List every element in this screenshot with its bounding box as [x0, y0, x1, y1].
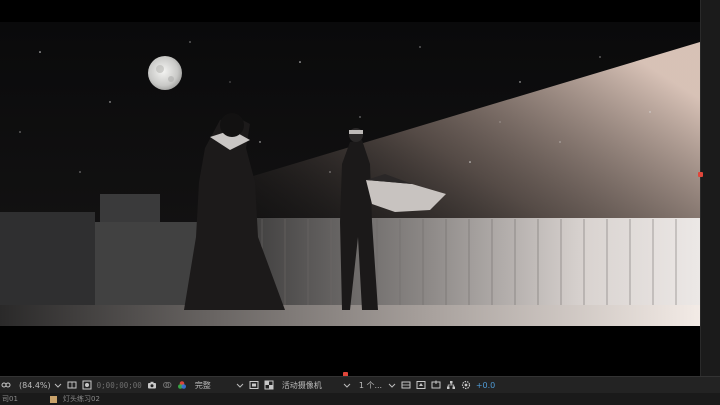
- snapshot-button[interactable]: [147, 378, 157, 392]
- flowchart-button[interactable]: [446, 378, 456, 392]
- viewer-right-gutter: [698, 0, 720, 376]
- chevron-down-icon: [54, 381, 62, 389]
- reset-exposure-button[interactable]: [461, 378, 471, 392]
- channel-button[interactable]: [177, 378, 187, 392]
- checkerboard-icon: [264, 380, 274, 390]
- exposure-value[interactable]: +0.0: [476, 378, 495, 392]
- rgb-channels-icon: [177, 380, 187, 390]
- timeline-button[interactable]: [431, 378, 441, 392]
- chevron-down-icon: [343, 381, 351, 389]
- safe-margins-button[interactable]: [67, 378, 77, 392]
- current-time-display[interactable]: 0;00;00;00: [97, 378, 142, 392]
- chevron-down-icon: [236, 381, 244, 389]
- glasses-icon: [1, 380, 11, 390]
- mask-icon: [82, 380, 92, 390]
- fast-preview-icon: [416, 380, 426, 390]
- flowchart-icon: [446, 380, 456, 390]
- exposure-gear-icon: [461, 380, 471, 390]
- pixel-aspect-icon: [401, 380, 411, 390]
- camera-view-dropdown[interactable]: 活动摄像机: [279, 378, 351, 392]
- transparency-grid-button[interactable]: [264, 378, 274, 392]
- magnification-button[interactable]: [1, 378, 11, 392]
- zoom-dropdown[interactable]: (84.4%): [16, 378, 62, 392]
- composition-frame[interactable]: [0, 22, 700, 326]
- composition-viewer[interactable]: [0, 0, 720, 376]
- fast-previews-button[interactable]: [416, 378, 426, 392]
- show-snapshot-button[interactable]: [162, 378, 172, 392]
- resolution-dropdown[interactable]: 完整: [192, 378, 244, 392]
- view-layout-dropdown[interactable]: 1 个...: [356, 378, 396, 392]
- timecode-label: 0;00;00;00: [96, 380, 142, 390]
- camera-icon: [147, 380, 157, 390]
- exposure-label: +0.0: [475, 380, 496, 390]
- camera-view-label: 活动摄像机: [281, 380, 322, 390]
- chevron-down-icon: [388, 381, 396, 389]
- view-layout-label: 1 个...: [358, 380, 383, 390]
- composition-render: [0, 22, 700, 326]
- comp-color-swatch: [50, 395, 57, 403]
- timeline-panel-tabs: 司01 灯头练习02: [0, 393, 720, 405]
- pixel-aspect-button[interactable]: [401, 378, 411, 392]
- grid-guide-icon: [67, 380, 77, 390]
- mask-visibility-button[interactable]: [82, 378, 92, 392]
- frame-edge-marker: [698, 172, 703, 177]
- panel-left-label: 司01: [2, 395, 18, 403]
- region-of-interest-button[interactable]: [249, 378, 259, 392]
- zoom-label: (84.4%): [19, 380, 51, 390]
- timeline-comp-tab[interactable]: 灯头练习02: [63, 394, 100, 404]
- resolution-label: 完整: [194, 380, 211, 390]
- region-icon: [249, 380, 259, 390]
- snapshot-view-icon: [162, 380, 172, 390]
- viewer-toolbar: (84.4%) 0;00;00;00 完整 活动摄像机 1 个... +0.0: [0, 376, 720, 393]
- timeline-icon: [431, 380, 441, 390]
